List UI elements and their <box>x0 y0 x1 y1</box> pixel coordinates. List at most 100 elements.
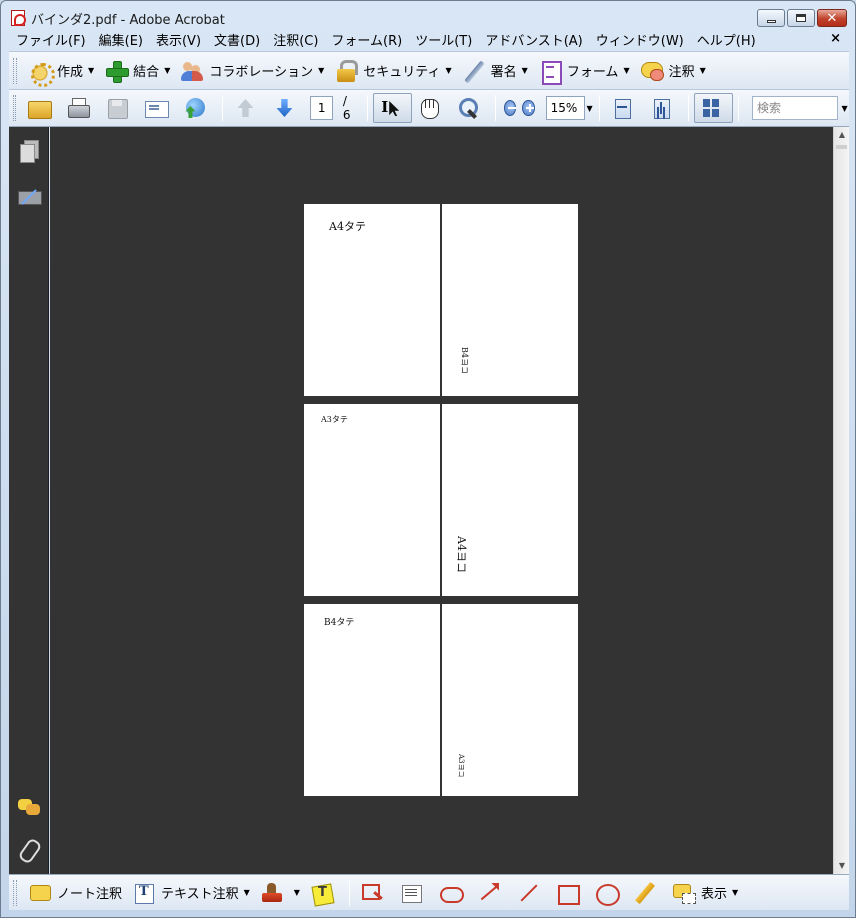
vertical-scrollbar[interactable]: ▲ ▼ <box>833 127 849 874</box>
scroll-down-arrow-icon[interactable]: ▼ <box>834 858 850 874</box>
folder-icon <box>27 96 53 120</box>
comment-button[interactable]: 注釈 ▼ <box>635 56 711 86</box>
next-page-button[interactable] <box>267 93 306 123</box>
toolbar-grip[interactable] <box>13 95 17 121</box>
toolbar-separator <box>222 95 224 121</box>
text-edit-icon <box>132 881 156 905</box>
minimize-button[interactable] <box>757 9 785 27</box>
application-window: バインダ2.pdf - Adobe Acrobat ✕ ファイル(F) 編集(E… <box>0 0 856 918</box>
sign-button[interactable]: 署名 ▼ <box>457 56 533 86</box>
two-up-view-button[interactable] <box>693 93 733 123</box>
text-edits-button[interactable]: テキスト注釈 ▼ <box>127 878 255 908</box>
acrobat-pdf-icon <box>11 10 26 26</box>
zoom-out-button[interactable] <box>504 100 517 116</box>
page-thumbnail[interactable]: A3タテ <box>304 404 440 596</box>
close-window-button[interactable]: ✕ <box>817 9 847 27</box>
comments-panel-icon[interactable] <box>17 795 41 819</box>
page-number-input[interactable]: 1 <box>310 96 333 120</box>
page-thumbnail[interactable]: B4タテ <box>304 604 440 796</box>
fit-page-button[interactable] <box>644 93 683 123</box>
forms-button[interactable]: フォーム ▼ <box>533 56 635 86</box>
callout-tool-button[interactable] <box>355 878 394 908</box>
stamp-button[interactable]: ▼ <box>255 878 305 908</box>
menu-view[interactable]: 表示(V) <box>149 30 207 49</box>
save-icon <box>105 96 129 120</box>
fit-width-button[interactable] <box>605 93 644 123</box>
text-box-icon <box>399 881 423 905</box>
menu-forms[interactable]: フォーム(R) <box>324 30 408 49</box>
toolbar-separator <box>598 95 600 121</box>
toolbar-separator <box>348 879 350 906</box>
upload-button[interactable] <box>178 93 217 123</box>
scroll-up-arrow-icon[interactable]: ▲ <box>834 127 850 143</box>
comment-markup-toolbar: ノート注釈 テキスト注釈 ▼ ▼ 表示 ▼ <box>9 874 849 910</box>
toolbar-separator <box>737 95 739 121</box>
chevron-down-icon: ▼ <box>699 66 706 75</box>
search-dropdown-icon[interactable]: ▼ <box>840 104 849 113</box>
page-label: B4ヨコ <box>460 347 469 374</box>
menu-document[interactable]: 文書(D) <box>207 30 266 49</box>
menu-tools[interactable]: ツール(T) <box>408 30 478 49</box>
search-input[interactable]: 検索 <box>751 96 839 120</box>
menu-file[interactable]: ファイル(F) <box>9 30 92 49</box>
menu-comments[interactable]: 注釈(C) <box>266 30 324 49</box>
document-view[interactable]: A4タテ B4ヨコ A3タテ A4ヨコ B4タテ A3ヨコ <box>50 127 833 874</box>
menu-help[interactable]: ヘルプ(H) <box>690 30 762 49</box>
print-button[interactable] <box>61 93 100 123</box>
title-bar[interactable]: バインダ2.pdf - Adobe Acrobat ✕ <box>1 1 855 31</box>
maximize-button[interactable] <box>787 9 815 27</box>
window-controls: ✕ <box>757 9 847 27</box>
menu-edit[interactable]: 編集(E) <box>92 30 149 49</box>
email-button[interactable] <box>139 93 178 123</box>
page-thumbnail[interactable]: B4ヨコ <box>442 204 578 396</box>
page-label: B4タテ <box>324 618 355 628</box>
signatures-panel-icon[interactable] <box>17 183 42 207</box>
show-comments-button[interactable]: 表示 ▼ <box>667 878 743 908</box>
page-thumbnail[interactable]: A3ヨコ <box>442 604 578 796</box>
pencil-tool-button[interactable] <box>628 878 667 908</box>
sticky-note-button[interactable]: ノート注釈 <box>23 878 127 908</box>
menu-advanced[interactable]: アドバンスト(A) <box>478 30 588 49</box>
arrow-tool-button[interactable] <box>472 878 511 908</box>
toolbar-grip[interactable] <box>13 57 17 84</box>
highlight-button[interactable] <box>305 878 344 908</box>
save-button[interactable] <box>100 93 139 123</box>
pages-panel-icon[interactable] <box>17 139 41 163</box>
toolbar-grip[interactable] <box>13 879 17 906</box>
window-title: バインダ2.pdf - Adobe Acrobat <box>31 13 225 28</box>
fit-page-icon <box>649 96 673 120</box>
forms-label: フォーム <box>566 65 619 80</box>
line-tool-button[interactable] <box>511 878 550 908</box>
close-icon: ✕ <box>826 10 838 26</box>
text-box-tool-button[interactable] <box>394 878 433 908</box>
lock-icon <box>334 59 359 83</box>
show-label: 表示 <box>700 887 727 902</box>
combine-button[interactable]: 結合 ▼ <box>99 56 175 86</box>
scrollbar-thumb[interactable] <box>836 145 847 149</box>
oval-tool-button[interactable] <box>589 878 628 908</box>
cloud-tool-button[interactable] <box>433 878 472 908</box>
select-tool-button[interactable] <box>373 93 413 123</box>
menu-window[interactable]: ウィンドウ(W) <box>589 30 690 49</box>
sticky-note-icon <box>28 881 52 905</box>
previous-page-button[interactable] <box>228 93 267 123</box>
security-button[interactable]: セキュリティ ▼ <box>329 56 456 86</box>
toolbar-separator <box>687 95 689 121</box>
hand-tool-button[interactable] <box>412 93 451 123</box>
zoom-dropdown-icon[interactable]: ▼ <box>585 104 594 113</box>
close-document-button[interactable]: × <box>830 31 841 46</box>
form-icon <box>538 59 562 85</box>
page-total: / 6 <box>342 94 351 122</box>
zoom-in-button[interactable] <box>522 100 535 116</box>
zoom-level-input[interactable]: 15% <box>545 96 586 120</box>
page-label: A3ヨコ <box>457 754 465 778</box>
collaborate-button[interactable]: コラボレーション ▼ <box>175 56 329 86</box>
page-thumbnail[interactable]: A4ヨコ <box>442 404 578 596</box>
marquee-zoom-button[interactable] <box>451 93 490 123</box>
rectangle-tool-button[interactable] <box>550 878 589 908</box>
page-thumbnail[interactable]: A4タテ <box>304 204 440 396</box>
open-button[interactable] <box>22 93 61 123</box>
attachments-panel-icon[interactable] <box>17 837 41 861</box>
create-button[interactable]: 作成 ▼ <box>23 56 99 87</box>
page-label: A4タテ <box>329 220 366 233</box>
